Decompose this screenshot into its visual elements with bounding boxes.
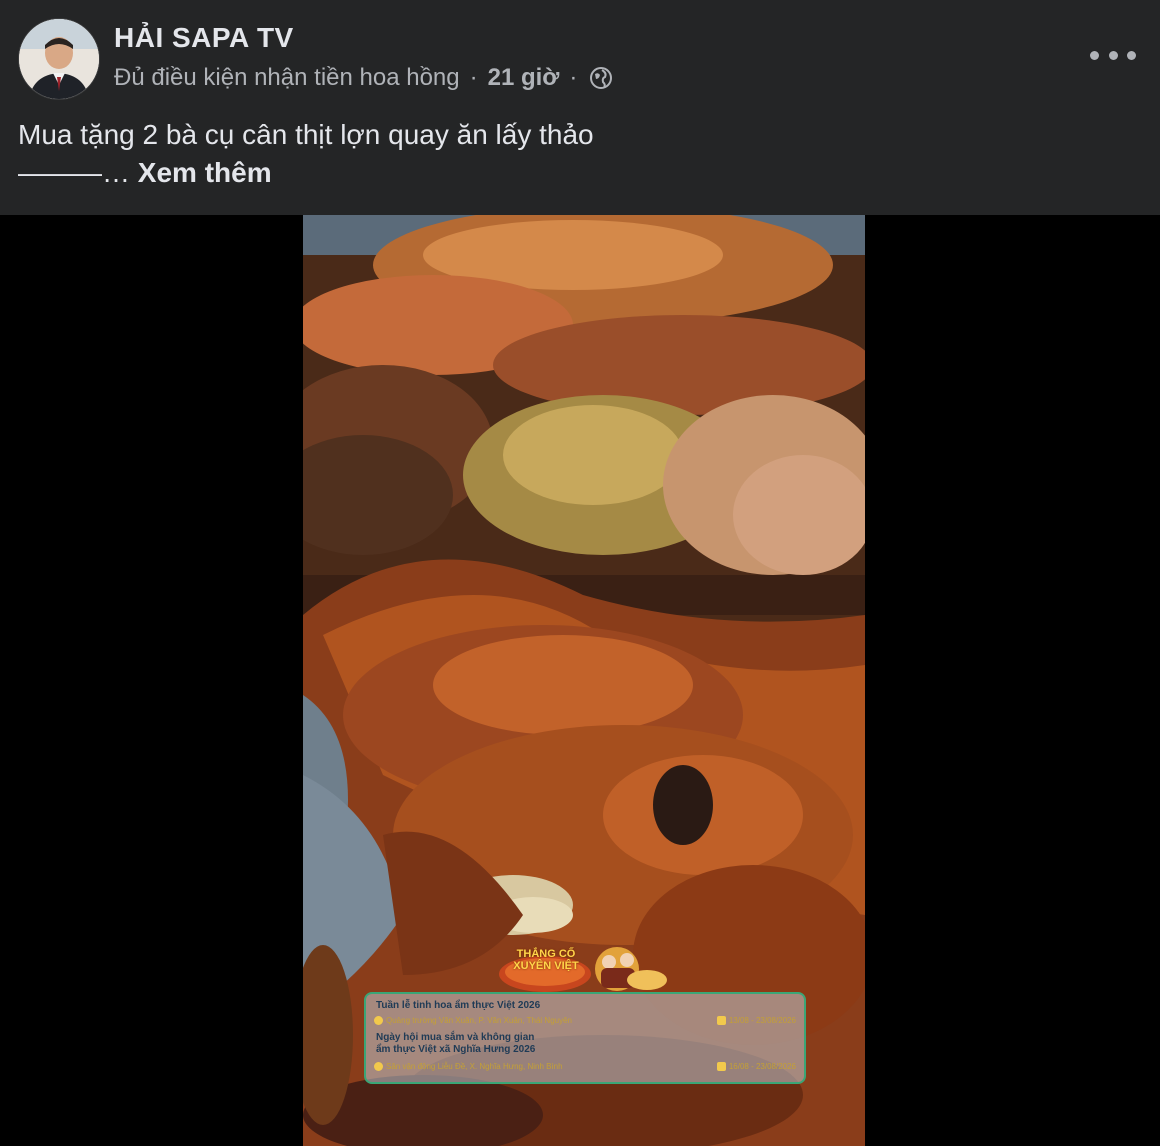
event1-title: Tuần lễ tinh hoa ẩm thực Việt 2026: [376, 1000, 541, 1011]
avatar-image: [19, 19, 99, 99]
more-dot: [1127, 50, 1136, 60]
meta-separator: ·: [469, 64, 478, 91]
location-pin-icon: [374, 1062, 383, 1071]
event2-dates-text: 16/08 - 23/08/2026: [728, 1062, 796, 1071]
video-player[interactable]: THẮNG CỐ XUYÊN VIỆT Tuần lễ tinh hoa ẩm …: [0, 215, 1160, 1146]
post-caption: Mua tặng 2 bà cụ cân thịt lợn quay ăn lấ…: [18, 116, 1118, 192]
event2-location: Sân vận động Liễu Đề, X. Nghĩa Hưng, Nin…: [374, 1062, 563, 1071]
more-options-icon[interactable]: [1090, 40, 1136, 70]
event1-dates-text: 13/08 - 23/08/2026: [728, 1016, 796, 1025]
calendar-icon: [716, 1062, 726, 1071]
meta-separator-2: ·: [569, 64, 578, 91]
event2-title-1: Ngày hội mua sắm và không gian: [376, 1032, 535, 1043]
location-pin-icon: [374, 1016, 383, 1025]
event2-title-2: ẩm thực Việt xã Nghĩa Hưng 2026: [376, 1044, 536, 1055]
more-dot: [1108, 50, 1118, 60]
post-meta: Đủ điều kiện nhận tiền hoa hồng · 21 giờ…: [114, 64, 613, 92]
see-more-link[interactable]: Xem thêm: [138, 157, 272, 188]
event-banner: THẮNG CỐ XUYÊN VIỆT Tuần lễ tinh hoa ẩm …: [364, 947, 806, 1084]
logo-line-1: THẮNG CỐ: [516, 948, 576, 960]
author-name[interactable]: HẢI SAPA TV: [114, 22, 294, 54]
author-avatar[interactable]: [18, 18, 100, 100]
post-time[interactable]: 21 giờ: [488, 64, 560, 92]
event-logo-text: THẮNG CỐ XUYÊN VIỆT: [511, 948, 581, 972]
event1-location-text: Quảng trường Văn Xuân, P. Văn Xuân, Thái…: [386, 1016, 572, 1025]
event-logo: THẮNG CỐ XUYÊN VIỆT: [497, 944, 677, 994]
caption-dashes: ———…: [18, 157, 138, 188]
caption-line-1: Mua tặng 2 bà cụ cân thịt lợn quay ăn lấ…: [18, 119, 594, 150]
event1-dates: 13/08 - 23/08/2026: [716, 1016, 796, 1025]
post-header: HẢI SAPA TV Đủ điều kiện nhận tiền hoa h…: [0, 0, 1160, 215]
more-dot: [1090, 50, 1099, 60]
globe-icon[interactable]: [589, 66, 613, 90]
calendar-icon: [716, 1016, 726, 1025]
event2-dates: 16/08 - 23/08/2026: [716, 1062, 796, 1071]
event2-location-text: Sân vận động Liễu Đề, X. Nghĩa Hưng, Nin…: [386, 1062, 563, 1071]
caption-line-2: ———… Xem thêm: [18, 154, 1118, 192]
video-frame[interactable]: THẮNG CỐ XUYÊN VIỆT Tuần lễ tinh hoa ẩm …: [303, 215, 865, 1146]
event1-location: Quảng trường Văn Xuân, P. Văn Xuân, Thái…: [374, 1016, 572, 1025]
logo-line-2: XUYÊN VIỆT: [513, 960, 579, 972]
commission-label: Đủ điều kiện nhận tiền hoa hồng: [114, 64, 460, 91]
